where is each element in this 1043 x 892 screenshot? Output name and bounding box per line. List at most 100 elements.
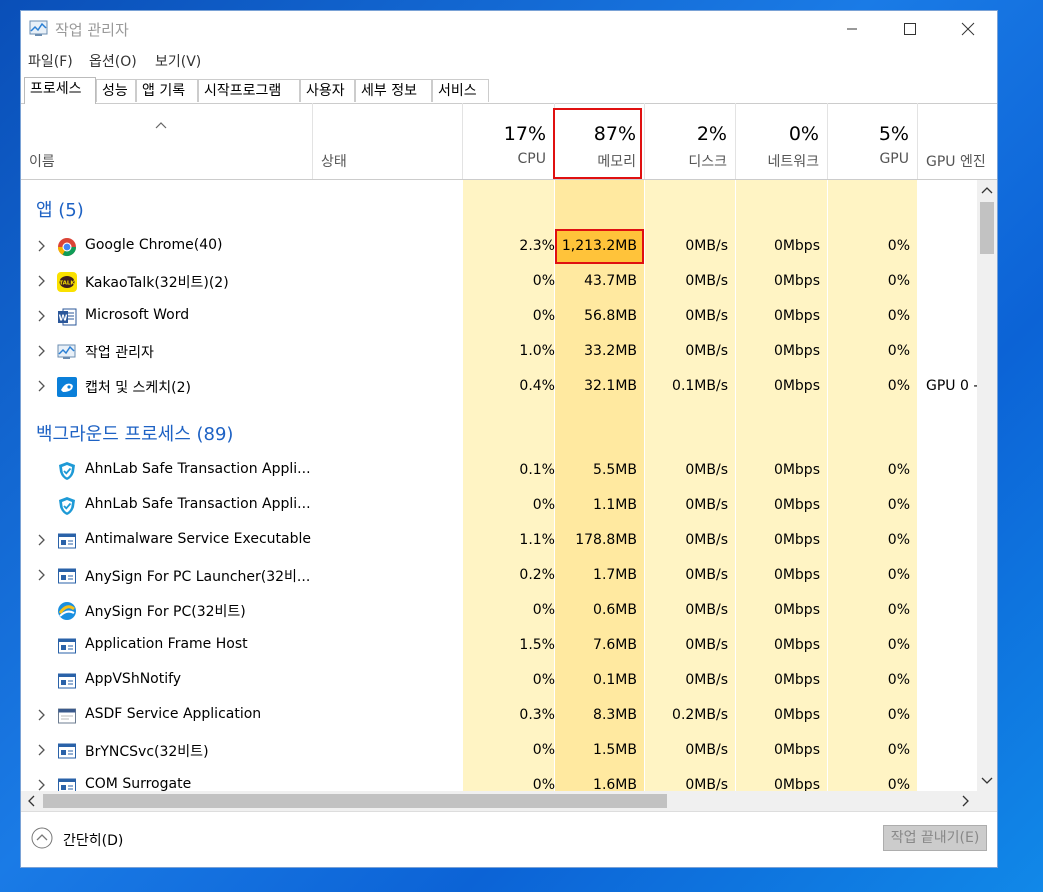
service-window-icon xyxy=(57,636,77,656)
tab-strip: 프로세스 성능 앱 기록 시작프로그램 사용자 세부 정보 서비스 xyxy=(21,77,997,104)
process-mem-value: 7.6MB xyxy=(593,637,637,653)
title-bar: 작업 관리자 xyxy=(21,11,997,47)
process-row[interactable]: ASDF Service Application 0.3% 8.3MB 0.2MB/s… xyxy=(21,698,977,733)
group-background[interactable]: 백그라운드 프로세스 (89) xyxy=(36,420,233,446)
header-gpu-engine[interactable]: GPU 엔진 xyxy=(918,103,997,179)
process-net-value: 0Mbps xyxy=(773,238,820,254)
menu-file[interactable]: 파일(F) xyxy=(28,51,73,71)
expand-chevron-icon[interactable] xyxy=(34,344,48,358)
tab-details[interactable]: 세부 정보 xyxy=(355,79,432,102)
process-mem-value: 178.8MB xyxy=(575,532,637,548)
process-gpu-value: 0% xyxy=(887,602,910,618)
process-net-value: 0Mbps xyxy=(773,777,820,791)
header-disk[interactable]: 2% 디스크 xyxy=(645,103,736,179)
process-name: AppVShNotify xyxy=(85,671,182,687)
task-manager-icon xyxy=(29,20,48,36)
process-net-value: 0Mbps xyxy=(773,602,820,618)
tab-processes[interactable]: 프로세스 xyxy=(24,77,96,104)
header-name[interactable]: 이름 xyxy=(21,103,313,179)
process-row[interactable]: COM Surrogate 0% 1.6MB 0MB/s 0Mbps 0% xyxy=(21,768,977,791)
header-status[interactable]: 상태 xyxy=(313,103,463,179)
fewer-details-link[interactable]: 간단히(D) xyxy=(63,830,123,850)
process-mem-value: 1.6MB xyxy=(593,777,637,791)
menu-options[interactable]: 옵션(O) xyxy=(89,51,137,71)
collapse-up-icon[interactable] xyxy=(31,827,53,849)
group-apps[interactable]: 앱 (5) xyxy=(36,196,84,222)
process-disk-value: 0MB/s xyxy=(685,497,728,513)
process-row[interactable]: AppVShNotify 0% 0.1MB 0MB/s 0Mbps 0% xyxy=(21,663,977,698)
header-gpu[interactable]: 5% GPU xyxy=(828,103,918,179)
expand-chevron-icon[interactable] xyxy=(34,379,48,393)
group-header-band xyxy=(21,180,463,229)
expand-chevron-icon[interactable] xyxy=(34,309,48,323)
process-row[interactable]: TALK KakaoTalk(32비트)(2) 0% 43.7MB 0MB/s 0Mbps… xyxy=(21,264,977,299)
process-row[interactable]: Application Frame Host 1.5% 7.6MB 0MB/s 0Mbp… xyxy=(21,628,977,663)
close-button[interactable] xyxy=(945,11,991,47)
process-row[interactable]: 작업 관리자 1.0% 33.2MB 0MB/s 0Mbps 0% xyxy=(21,334,977,369)
asdf-service-icon xyxy=(57,706,77,726)
expand-chevron-icon[interactable] xyxy=(34,708,48,722)
end-task-button[interactable]: 작업 끝내기(E) xyxy=(883,825,987,851)
process-cpu-value: 0.4% xyxy=(519,378,555,394)
task-manager-window: 작업 관리자 파일(F) 옵션(O) 보기(V) 프로세스 성능 앱 기록 시작… xyxy=(20,10,998,868)
scroll-down-icon[interactable] xyxy=(981,776,993,786)
process-net-value: 0Mbps xyxy=(773,567,820,583)
close-icon xyxy=(961,22,975,36)
header-cpu[interactable]: 17% CPU xyxy=(463,103,555,179)
process-row[interactable]: AnySign For PC(32비트) 0% 0.6MB 0MB/s 0Mbps 0% xyxy=(21,593,977,628)
minimize-button[interactable] xyxy=(829,11,875,47)
process-net-value: 0Mbps xyxy=(773,273,820,289)
process-gpu-value: 0% xyxy=(887,777,910,791)
tab-services[interactable]: 서비스 xyxy=(432,79,489,102)
vertical-scroll-thumb[interactable] xyxy=(980,202,994,254)
process-row[interactable]: AhnLab Safe Transaction Appli... 0% 1.1MB 0… xyxy=(21,488,977,523)
process-disk-value: 0MB/s xyxy=(685,532,728,548)
process-row[interactable]: AnySign For PC Launcher(32비... 0.2% 1.7MB 0… xyxy=(21,558,977,593)
vertical-scrollbar[interactable] xyxy=(977,180,997,791)
tab-startup[interactable]: 시작프로그램 xyxy=(198,79,300,102)
process-name: Google Chrome(40) xyxy=(85,237,223,253)
tab-app-history[interactable]: 앱 기록 xyxy=(136,79,198,102)
process-cpu-value: 0% xyxy=(532,602,555,618)
expand-chevron-icon[interactable] xyxy=(34,239,48,253)
process-gpu-value: 0% xyxy=(887,343,910,359)
menu-bar: 파일(F) 옵션(O) 보기(V) xyxy=(21,48,997,72)
process-row[interactable]: Antimalware Service Executable 1.1% 178.8M… xyxy=(21,523,977,558)
process-net-value: 0Mbps xyxy=(773,637,820,653)
process-mem-value: 0.1MB xyxy=(593,672,637,688)
expand-chevron-icon[interactable] xyxy=(34,743,48,757)
process-net-value: 0Mbps xyxy=(773,308,820,324)
process-cpu-value: 0% xyxy=(532,777,555,791)
expand-chevron-icon[interactable] xyxy=(34,568,48,582)
process-row[interactable]: BrYNCSvc(32비트) 0% 1.5MB 0MB/s 0Mbps 0% xyxy=(21,733,977,768)
tab-users[interactable]: 사용자 xyxy=(300,79,355,102)
service-window-icon xyxy=(57,566,77,586)
maximize-button[interactable] xyxy=(887,11,933,47)
process-mem-value: 1.5MB xyxy=(593,742,637,758)
header-network[interactable]: 0% 네트워크 xyxy=(736,103,828,179)
expand-chevron-icon[interactable] xyxy=(34,778,48,791)
process-row[interactable]: 캡처 및 스케치(2) 0.4% 32.1MB 0.1MB/s 0Mbps 0% GPU 0… xyxy=(21,369,977,404)
horizontal-scroll-thumb[interactable] xyxy=(43,794,667,808)
process-gpu-value: 0% xyxy=(887,637,910,653)
process-row[interactable]: Google Chrome(40) 2.3% 1,213.2MB 0MB/s 0Mbps… xyxy=(21,229,977,264)
expand-chevron-icon[interactable] xyxy=(34,274,48,288)
scroll-up-icon[interactable] xyxy=(981,185,993,195)
process-name: 캡처 및 스케치(2) xyxy=(85,380,192,396)
process-row[interactable]: AhnLab Safe Transaction Appli... 0.1% 5.5M… xyxy=(21,453,977,488)
scroll-right-icon[interactable] xyxy=(961,795,971,807)
scroll-left-icon[interactable] xyxy=(26,795,36,807)
process-gpu-value: 0% xyxy=(887,378,910,394)
footer-bar: 간단히(D) 작업 끝내기(E) xyxy=(21,811,997,867)
menu-view[interactable]: 보기(V) xyxy=(155,51,201,71)
process-disk-value: 0MB/s xyxy=(685,602,728,618)
process-net-value: 0Mbps xyxy=(773,462,820,478)
tab-performance[interactable]: 성능 xyxy=(96,79,136,102)
process-row[interactable]: W Microsoft Word 0% 56.8MB 0MB/s 0Mbps 0% xyxy=(21,299,977,334)
horizontal-scrollbar[interactable] xyxy=(21,791,997,811)
expand-chevron-icon[interactable] xyxy=(34,533,48,547)
column-header: 이름 상태 17% CPU 87% 메모리 2% 디스크 0% 네트워크 5% … xyxy=(21,103,997,180)
process-mem-value: 43.7MB xyxy=(584,273,637,289)
process-cpu-value: 1.0% xyxy=(519,343,555,359)
process-gpu-value: 0% xyxy=(887,672,910,688)
